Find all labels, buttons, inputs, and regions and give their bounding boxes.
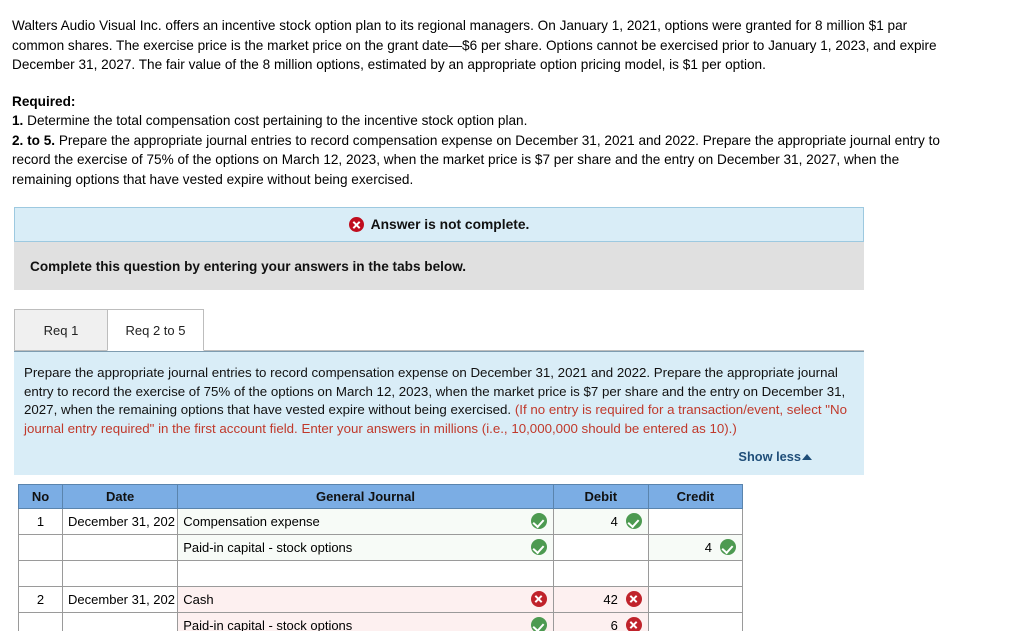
table-row: 2 December 31, 202 Cash 42	[17, 585, 744, 613]
complete-question-text: Complete this question by entering your …	[30, 258, 467, 274]
problem-statement: Walters Audio Visual Inc. offers an ince…	[0, 0, 1018, 75]
correct-check-icon	[720, 539, 736, 556]
column-header-date: Date	[62, 483, 179, 509]
cell-credit[interactable]	[647, 559, 744, 587]
cell-credit[interactable]	[647, 507, 744, 535]
cell-date[interactable]: December 31, 202	[62, 585, 179, 613]
general-journal-table: No Date General Journal Debit Credit 1 De…	[17, 483, 744, 631]
cell-debit[interactable]	[552, 533, 649, 561]
required-heading: Required:	[12, 93, 76, 109]
incorrect-x-icon	[625, 591, 642, 608]
error-circle-icon	[348, 217, 364, 232]
column-header-no: No	[17, 483, 64, 509]
required-item-2-text: Prepare the appropriate journal entries …	[12, 132, 940, 187]
cell-credit[interactable]	[647, 585, 744, 613]
instruction-panel: Prepare the appropriate journal entries …	[14, 351, 864, 475]
tab-req-2-to-5-label: Req 2 to 5	[125, 322, 186, 338]
cell-general-journal[interactable]: Paid-in capital - stock options	[177, 611, 554, 631]
required-item-1: 1. Determine the total compensation cost…	[12, 111, 948, 131]
incorrect-x-icon	[625, 617, 642, 631]
cell-no: 2	[17, 585, 64, 613]
complete-question-bar: Complete this question by entering your …	[14, 242, 864, 290]
correct-check-icon	[625, 513, 642, 530]
table-row: Paid-in capital - stock options 6	[17, 611, 744, 631]
answer-not-complete-banner: Answer is not complete.	[14, 207, 864, 242]
cell-debit[interactable]	[552, 559, 649, 587]
show-less-label: Show less	[738, 449, 801, 465]
correct-check-icon	[530, 513, 547, 530]
problem-text: Walters Audio Visual Inc. offers an ince…	[12, 18, 937, 72]
column-header-credit: Credit	[647, 483, 744, 509]
cell-date[interactable]	[62, 559, 179, 587]
tab-req-1-label: Req 1	[43, 322, 79, 338]
required-item-1-label: 1.	[12, 113, 24, 128]
cell-no	[17, 559, 64, 587]
cell-credit[interactable]	[647, 611, 744, 631]
column-header-debit: Debit	[552, 483, 649, 509]
table-row: 1 December 31, 202 Compensation expense 4	[17, 507, 744, 535]
table-row	[17, 559, 744, 587]
table-row: Paid-in capital - stock options 4	[17, 533, 744, 561]
cell-debit[interactable]: 4	[552, 507, 649, 535]
cell-date[interactable]	[62, 611, 179, 631]
cell-credit[interactable]: 4	[647, 533, 744, 561]
cell-general-journal[interactable]: Cash	[177, 585, 554, 613]
cell-debit[interactable]: 6	[552, 611, 649, 631]
required-item-2-label: 2. to 5.	[12, 132, 56, 148]
cell-debit[interactable]: 42	[552, 585, 649, 613]
tab-req-2-to-5[interactable]: Req 2 to 5	[107, 309, 204, 351]
journal-table-wrapper: No Date General Journal Debit Credit 1 De…	[0, 483, 1018, 631]
tab-bar: Req 1 Req 2 to 5	[0, 308, 1018, 351]
cell-date[interactable]	[62, 533, 179, 561]
journal-table-body: 1 December 31, 202 Compensation expense 4 Pa…	[17, 507, 744, 631]
required-item-2: 2. to 5. Prepare the appropriate journal…	[12, 131, 948, 190]
required-section: Required: 1. Determine the total compens…	[0, 92, 1018, 190]
cell-general-journal[interactable]: Paid-in capital - stock options	[177, 533, 554, 561]
cell-date[interactable]: December 31, 202	[62, 507, 179, 535]
cell-general-journal[interactable]: Compensation expense	[177, 507, 554, 535]
tab-req-1[interactable]: Req 1	[14, 309, 108, 351]
column-header-general-journal: General Journal	[177, 483, 554, 509]
table-header-row: No Date General Journal Debit Credit	[17, 483, 744, 509]
correct-check-icon	[530, 617, 547, 631]
cell-general-journal[interactable]	[177, 559, 554, 587]
show-less-toggle[interactable]: Show less	[24, 448, 850, 467]
chevron-up-icon	[802, 454, 812, 461]
cell-no	[17, 611, 64, 631]
answer-not-complete-text: Answer is not complete.	[370, 217, 530, 232]
required-item-1-text: Determine the total compensation cost pe…	[23, 113, 528, 128]
incorrect-x-icon	[530, 591, 547, 608]
banner-group: Answer is not complete. Complete this qu…	[0, 207, 1018, 290]
cell-no	[17, 533, 64, 561]
cell-no: 1	[17, 507, 64, 535]
correct-check-icon	[530, 539, 547, 556]
